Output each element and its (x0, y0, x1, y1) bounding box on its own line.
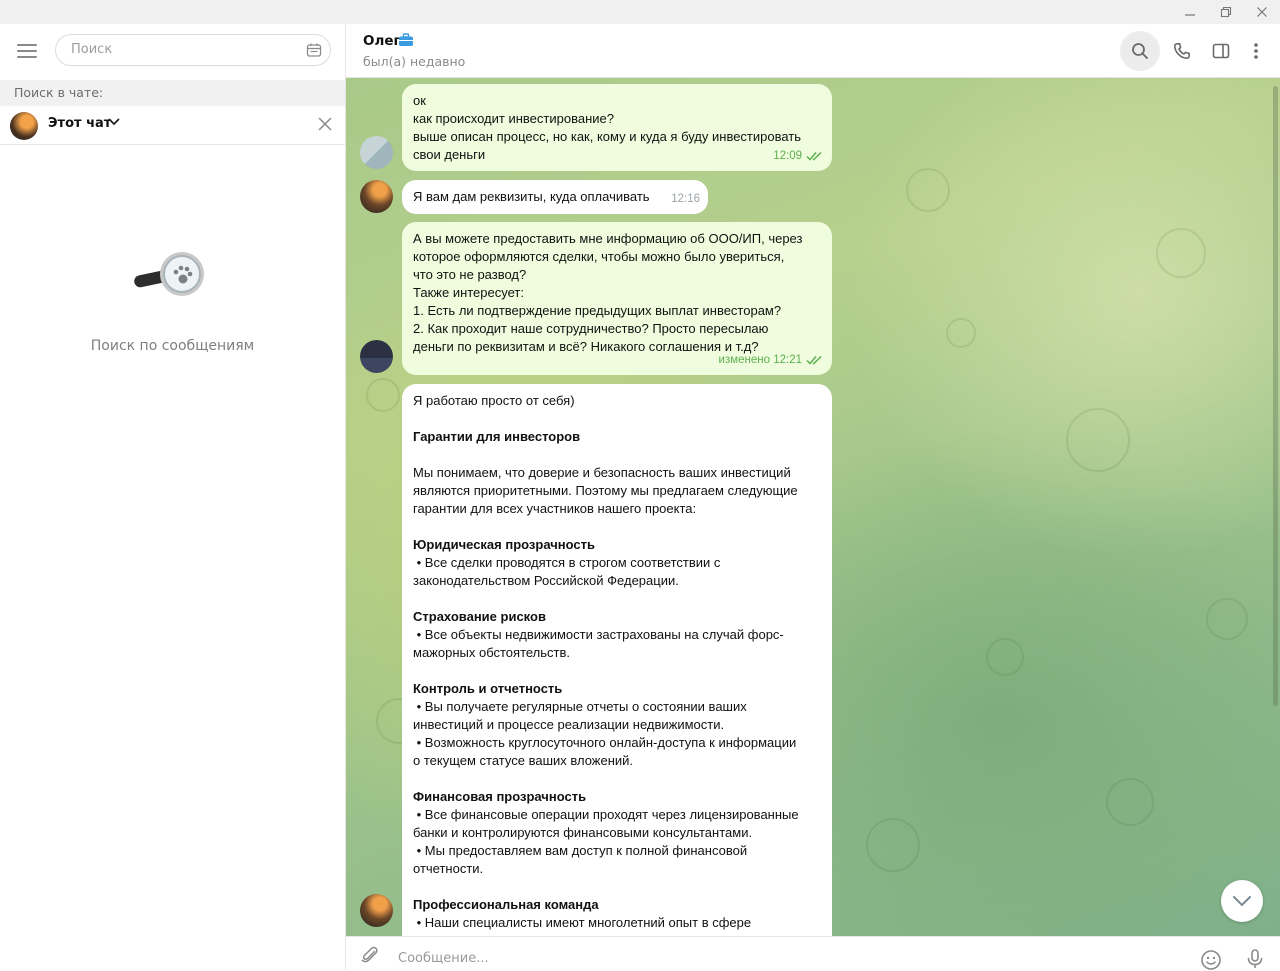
message-text: банки и контролируются финансовыми консу… (413, 825, 753, 840)
this-chat-label[interactable]: Этот чат (48, 116, 111, 131)
message-text: • Все объекты недвижимости застрахованы … (413, 627, 784, 642)
double-check-icon (806, 151, 822, 161)
message-text: выше описан процесс, но как, кому и куда… (413, 129, 802, 144)
message-text: мажорных обстоятельств. (413, 645, 571, 660)
message-text: • Мы предоставляем вам доступ к полной ф… (413, 843, 748, 858)
chevron-down-icon (1233, 896, 1251, 907)
restore-icon[interactable] (1209, 0, 1243, 24)
search-in-chat-label: Поиск в чате: (14, 85, 104, 100)
message-text: о текущем статусе ваших вложений. (413, 753, 634, 768)
chat-status: был(а) недавно (363, 54, 466, 69)
more-icon (1254, 43, 1258, 59)
message-heading: Гарантии для инвесторов (413, 429, 581, 444)
sidebar-toggle-button[interactable] (1201, 31, 1241, 71)
scroll-to-bottom-button[interactable] (1221, 880, 1263, 922)
chat-header: Олег был(а) недавно (346, 24, 1280, 78)
message-text: • Вы получаете регулярные отчеты о состо… (413, 699, 747, 714)
close-window-icon[interactable] (1245, 0, 1279, 24)
message-text: Я работаю просто от себя) (413, 393, 575, 408)
message-text (413, 410, 820, 428)
this-chat-selector[interactable]: Этот чат (0, 106, 345, 145)
message-time: 12:09 (773, 150, 802, 162)
message-meta: 12:09 (773, 147, 824, 165)
message-text: 1. Есть ли подтверждение предыдущих выпл… (413, 303, 782, 318)
message-bubble-outgoing[interactable]: ок как происходит инвестирование? выше о… (402, 84, 832, 171)
message-text: ок (413, 93, 426, 108)
message-text: 2. Как проходит наше сотрудничество? Про… (413, 321, 769, 336)
message-text (413, 770, 820, 788)
message-text: Мы понимаем, что доверие и безопасность … (413, 465, 791, 480)
message-text (413, 662, 820, 680)
double-check-icon (806, 355, 822, 365)
chat-scrollbar[interactable] (1273, 86, 1278, 706)
search-in-chat-bar: Поиск в чате: (0, 80, 345, 106)
minimize-icon[interactable] (1173, 0, 1207, 24)
avatar[interactable] (360, 180, 393, 213)
message-text: • Наши специалисты имеют многолетний опы… (413, 915, 752, 930)
message-heading: Страхование рисков (413, 609, 546, 624)
more-button[interactable] (1236, 31, 1276, 71)
avatar (10, 112, 38, 140)
left-panel: Поиск Поиск в чате: Этот чат Поиск по со… (0, 24, 346, 970)
empty-search-text: Поиск по сообщениям (90, 338, 255, 354)
message-text: являются приоритетными. Поэтому мы предл… (413, 483, 798, 498)
message-bubble-outgoing[interactable]: А вы можете предоставить мне информацию … (402, 222, 832, 375)
message-heading: Контроль и отчетность (413, 681, 563, 696)
message-meta: изменено 12:21 (719, 351, 824, 369)
message-text: • Все финансовые операции проходят через… (413, 807, 799, 822)
message-text: Также интересует: (413, 285, 524, 300)
magnifier-paw-icon (134, 252, 204, 296)
phone-icon (1174, 43, 1190, 59)
message-heading: Юридическая прозрачность (413, 537, 595, 552)
message-meta: 12:16 (671, 190, 700, 208)
message-text: А вы можете предоставить мне информацию … (413, 231, 803, 246)
message-text (413, 590, 820, 608)
microphone-icon[interactable] (1244, 948, 1266, 970)
message-text: которое оформляются сделки, чтобы можно … (413, 249, 785, 264)
message-heading: Финансовая прозрачность (413, 789, 587, 804)
briefcase-icon (399, 33, 413, 46)
message-text (413, 446, 820, 464)
sidebar-toggle-icon (1212, 43, 1230, 59)
avatar[interactable] (360, 894, 393, 927)
message-text: инвестиций и процессе реализации недвижи… (413, 717, 725, 732)
close-icon[interactable] (318, 117, 332, 131)
message-input[interactable]: Сообщение... (398, 951, 489, 966)
paperclip-icon[interactable] (360, 945, 380, 965)
avatar[interactable] (360, 136, 393, 169)
message-time: 12:16 (671, 193, 700, 205)
message-text: свои деньги (413, 147, 486, 162)
search-icon (1132, 43, 1148, 59)
search-button[interactable] (1120, 31, 1160, 71)
message-text: • Все сделки проводятся в строгом соотве… (413, 555, 721, 570)
message-heading: Профессиональная команда (413, 897, 599, 912)
message-text (413, 878, 820, 896)
search-placeholder: Поиск (71, 42, 113, 57)
message-bubble-incoming[interactable]: Я работаю просто от себя) Гарантии для ин… (402, 384, 832, 944)
message-text: что это не развод? (413, 267, 527, 282)
avatar[interactable] (360, 340, 393, 373)
chat-title[interactable]: Олег (363, 33, 401, 49)
message-text: • Возможность круглосуточного онлайн-дос… (413, 735, 797, 750)
calendar-icon[interactable] (306, 42, 322, 58)
emoji-icon[interactable] (1200, 949, 1222, 971)
message-bubble-incoming[interactable]: Я вам дам реквизиты, куда оплачивать 12:… (402, 180, 708, 214)
message-text: законодательством Российской Федерации. (413, 573, 679, 588)
chevron-down-icon[interactable] (108, 116, 120, 128)
message-text: гарантии для всех участников нашего прое… (413, 501, 697, 516)
window-titlebar (0, 0, 1280, 24)
message-text: отчетности. (413, 861, 484, 876)
message-composer: Сообщение... (346, 936, 1280, 970)
menu-icon[interactable] (17, 44, 37, 58)
message-text (413, 518, 820, 536)
message-text: как происходит инвестирование? (413, 111, 614, 126)
message-text: Я вам дам реквизиты, куда оплачивать (413, 189, 650, 204)
search-input[interactable]: Поиск (55, 34, 331, 66)
call-button[interactable] (1162, 31, 1202, 71)
message-time: изменено 12:21 (718, 354, 802, 366)
